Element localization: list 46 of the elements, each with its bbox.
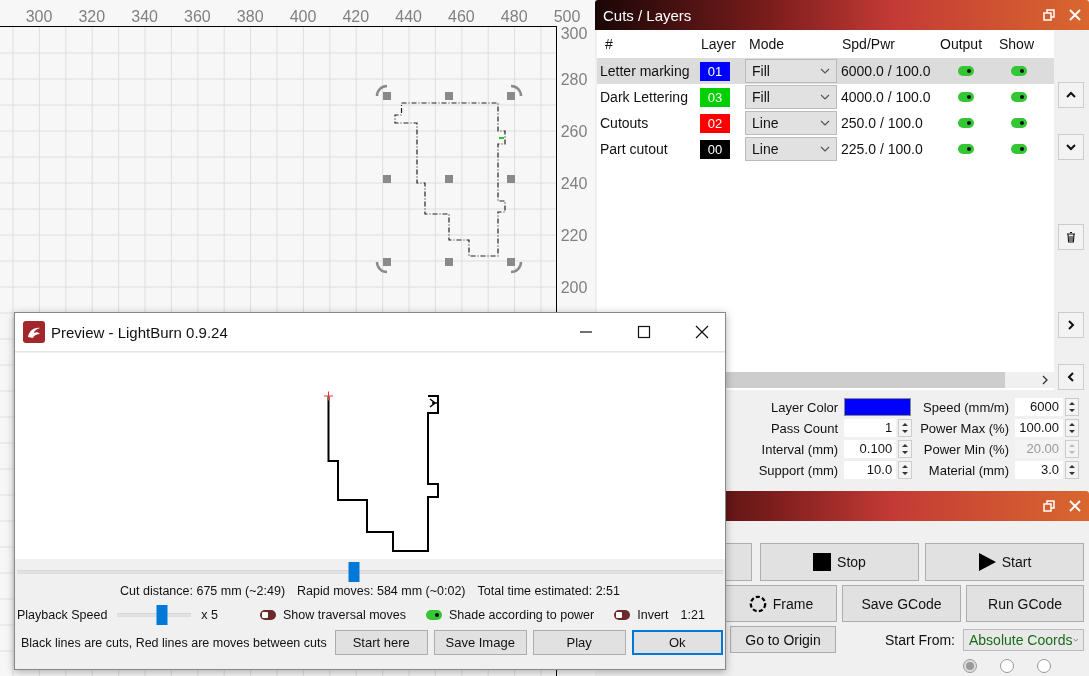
ruler-label: 220 [560,227,588,244]
ruler-label: 240 [560,175,588,192]
field-label: Power Max (%) [919,420,1010,436]
layer-name: Part cutout [599,141,669,157]
ruler-label: 440 [395,8,422,25]
layer-name: Dark Lettering [599,89,689,105]
stat-text: Cut distance: 675 mm (~2:49) [120,584,286,598]
speed-power: 225.0 / 100.0 [840,141,924,157]
ruler-label: 200 [560,279,588,296]
field-label: Layer Color [769,399,840,415]
ruler-label: 360 [184,8,211,25]
ruler-label: 400 [289,8,317,25]
toggle-label: Shade according to power [449,608,595,622]
hint-text: Black lines are cuts, Red lines are moves between cuts [21,635,327,650]
ruler-label: 300 [25,8,53,25]
field-label: Interval (mm) [760,441,840,457]
ruler-label: 460 [448,8,475,25]
window-title: Preview - LightBurn 0.9.24 [51,323,229,341]
ruler-label: 380 [236,8,264,25]
ruler-label: 280 [560,71,588,88]
field-label: Material (mm) [927,462,1010,478]
field-label: Support (mm) [758,462,840,478]
stat-text: Rapid moves: 584 mm (~0:02) [297,584,466,598]
speed-power: 6000.0 / 100.0 [840,63,932,79]
ruler-label: 500 [553,8,581,25]
field-label: Speed (mm/m) [922,399,1010,415]
layer-name: Letter marking [599,63,691,79]
ruler-label: 480 [500,8,528,25]
field-label: Playback Speed [17,608,108,622]
ruler-label: 420 [342,8,370,25]
speed-multiplier: x 5 [201,608,219,622]
panel-title: Cuts / Layers [603,6,693,24]
number-field: 20.00 [1015,440,1063,458]
ruler-label: 320 [78,8,106,25]
field-label: Pass Count [769,420,840,436]
ruler-label: 340 [131,8,158,25]
field-label: Start From: [885,631,955,648]
field-label: Power Min (%) [922,441,1010,457]
position-readout: 1:21 [680,608,705,622]
speed-power: 4000.0 / 100.0 [840,89,932,105]
ruler-label: 260 [560,123,588,140]
toggle-label: Show traversal moves [283,608,406,622]
ruler-label: 300 [560,25,588,42]
toggle-label: Invert [637,608,669,622]
layer-name: Cutouts [599,115,650,131]
speed-power: 250.0 / 100.0 [840,115,924,131]
